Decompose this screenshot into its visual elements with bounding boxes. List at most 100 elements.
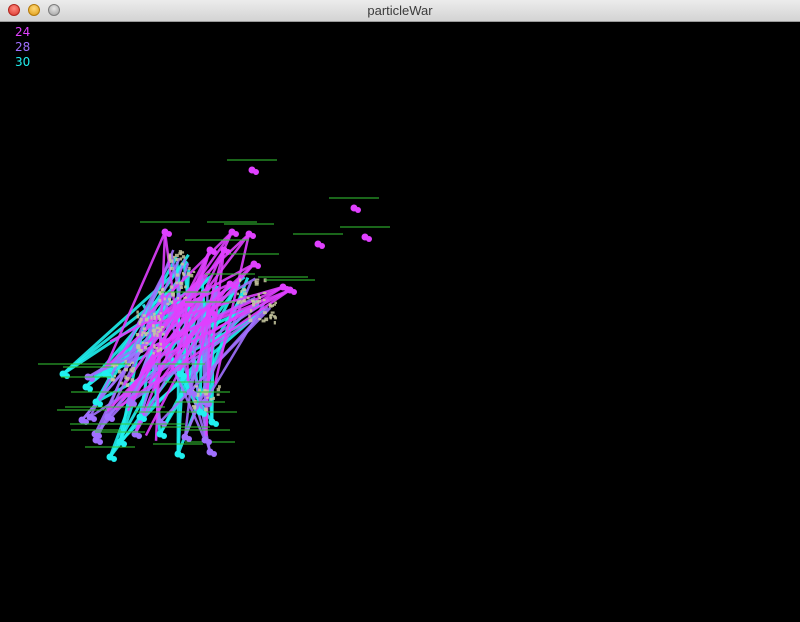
debris-particle [136, 314, 140, 319]
debris-particle [197, 388, 201, 392]
debris-particle [258, 317, 262, 321]
debris-particle [263, 311, 267, 315]
debris-particle [179, 252, 182, 256]
magenta-unit-tail [211, 311, 217, 317]
debris-particle [188, 266, 191, 271]
debris-particle [254, 282, 259, 286]
debris-particle [145, 342, 149, 345]
magenta-unit-tail [355, 207, 361, 213]
debris-particle [150, 315, 153, 320]
debris-particle [131, 370, 135, 373]
debris-particle [110, 378, 115, 382]
debris-particle [273, 303, 276, 306]
debris-particle [124, 360, 128, 364]
debris-particle [163, 297, 166, 301]
magenta-unit-tail [253, 169, 259, 175]
purple-unit-tail [109, 416, 115, 422]
debris-particle [170, 292, 175, 296]
debris-particle [158, 328, 163, 332]
debris-particle [174, 253, 179, 258]
debris-particle [152, 324, 155, 328]
debris-particle [156, 349, 160, 353]
debris-particle [153, 315, 156, 320]
debris-particle [206, 396, 209, 399]
debris-particle [262, 299, 266, 302]
purple-unit-tail [211, 451, 217, 457]
debris-particle [179, 257, 183, 261]
debris-particle [261, 319, 266, 323]
debris-particle [269, 313, 274, 317]
title-bar: particleWar [0, 0, 800, 22]
debris-particle [159, 347, 163, 352]
game-canvas[interactable] [0, 22, 800, 622]
debris-particle [152, 332, 157, 335]
debris-particle [161, 332, 165, 336]
debris-particle [158, 318, 162, 321]
cyan-unit-tail [141, 416, 147, 422]
debris-particle [204, 407, 208, 412]
debris-particle [181, 271, 185, 275]
debris-particle [142, 327, 146, 331]
debris-particle [216, 393, 220, 396]
debris-particle [257, 293, 260, 298]
debris-particle [159, 312, 162, 315]
debris-particle [177, 296, 180, 300]
debris-particle [117, 369, 122, 374]
debris-particle [184, 285, 187, 289]
magenta-unit-tail [366, 236, 372, 242]
cyan-unit-tail [121, 441, 127, 447]
debris-particle [242, 299, 245, 303]
debris-particle [238, 278, 242, 282]
debris-particle [274, 316, 277, 320]
cyan-unit-tail [181, 373, 187, 379]
debris-particle [139, 317, 143, 322]
debris-particle [151, 329, 155, 333]
debris-particle [113, 374, 116, 378]
debris-particle [205, 389, 209, 394]
debris-particle [216, 387, 221, 392]
debris-particle [255, 278, 260, 281]
debris-particle [131, 367, 135, 371]
debris-particle [143, 345, 148, 350]
debris-particle [152, 352, 155, 355]
cyan-unit-tail [213, 421, 219, 427]
debris-particle [238, 300, 243, 304]
debris-particle [249, 309, 253, 313]
debris-particle [125, 377, 130, 381]
battlefield [38, 159, 390, 462]
debris-particle [175, 258, 179, 262]
debris-particle [168, 257, 172, 261]
debris-particle [258, 300, 262, 303]
debris-particle [269, 316, 272, 320]
cyan-unit-tail [64, 373, 70, 379]
cyan-team-count: 30 [15, 55, 31, 69]
debris-particle [156, 333, 159, 337]
debris-particle [154, 346, 159, 349]
debris-particle [239, 296, 243, 299]
debris-particle [274, 301, 277, 305]
debris-particle [209, 398, 213, 401]
debris-particle [169, 267, 174, 271]
window-title: particleWar [367, 3, 433, 18]
magenta-unit-tail [319, 243, 325, 249]
debris-particle [240, 290, 243, 293]
debris-particle [170, 300, 174, 304]
debris-particle [153, 312, 156, 316]
cyan-unit-tail [161, 433, 167, 439]
debris-particle [135, 332, 140, 337]
magenta-unit-tail [255, 263, 261, 269]
debris-particle [160, 325, 165, 329]
debris-particle [141, 341, 145, 344]
debris-particle [144, 333, 148, 337]
debris-particle [142, 314, 146, 317]
debris-particle [236, 292, 240, 296]
purple-team-count: 28 [15, 40, 31, 54]
debris-particle [218, 385, 221, 389]
cyan-unit-tail [179, 453, 185, 459]
cyan-unit-tail [106, 373, 112, 379]
debris-particle [141, 331, 145, 334]
debris-particle [262, 291, 267, 295]
debris-particle [178, 250, 183, 253]
purple-unit-tail [131, 401, 137, 407]
debris-particle [248, 318, 253, 323]
